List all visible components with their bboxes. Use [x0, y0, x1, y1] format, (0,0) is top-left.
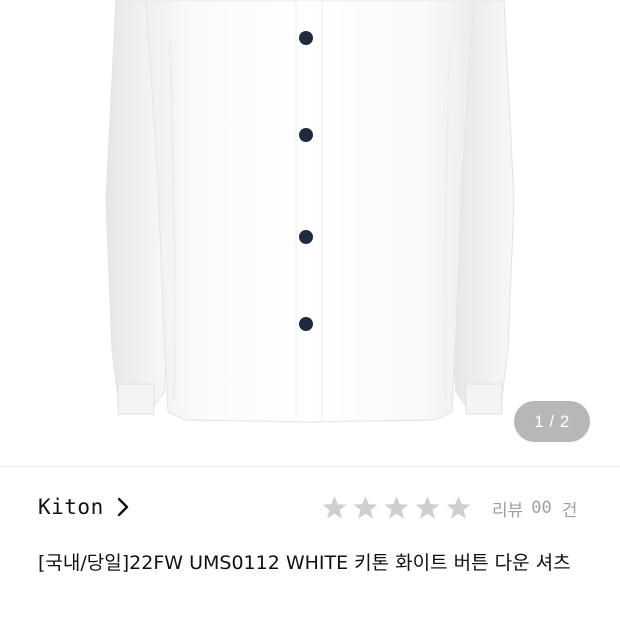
review-unit: 건: [561, 500, 578, 521]
star-icon: [322, 496, 347, 519]
brand-link[interactable]: Kiton: [38, 495, 130, 519]
star-icon: [384, 496, 409, 519]
product-image-carousel[interactable]: 1 / 2: [0, 0, 620, 466]
star-icon: [446, 496, 471, 519]
review-label: 리뷰: [492, 500, 524, 521]
star-rating: [319, 493, 474, 523]
star-icon: [415, 496, 440, 519]
brand-name: Kiton: [38, 495, 104, 519]
review-rating[interactable]: 리뷰 00 건: [319, 493, 577, 523]
review-count: 00: [531, 498, 552, 518]
product-title: [국내/당일]22FW UMS0112 WHITE 키톤 화이트 버튼 다운 셔…: [38, 552, 571, 574]
product-info: Kiton 리뷰 00 건 [국내/당일]22FW UMS0112 WHITE …: [0, 467, 620, 620]
star-icon: [353, 496, 378, 519]
image-page-counter: 1 / 2: [514, 401, 590, 442]
chevron-right-icon: [116, 497, 130, 517]
white-shirt-image: [105, 0, 515, 423]
